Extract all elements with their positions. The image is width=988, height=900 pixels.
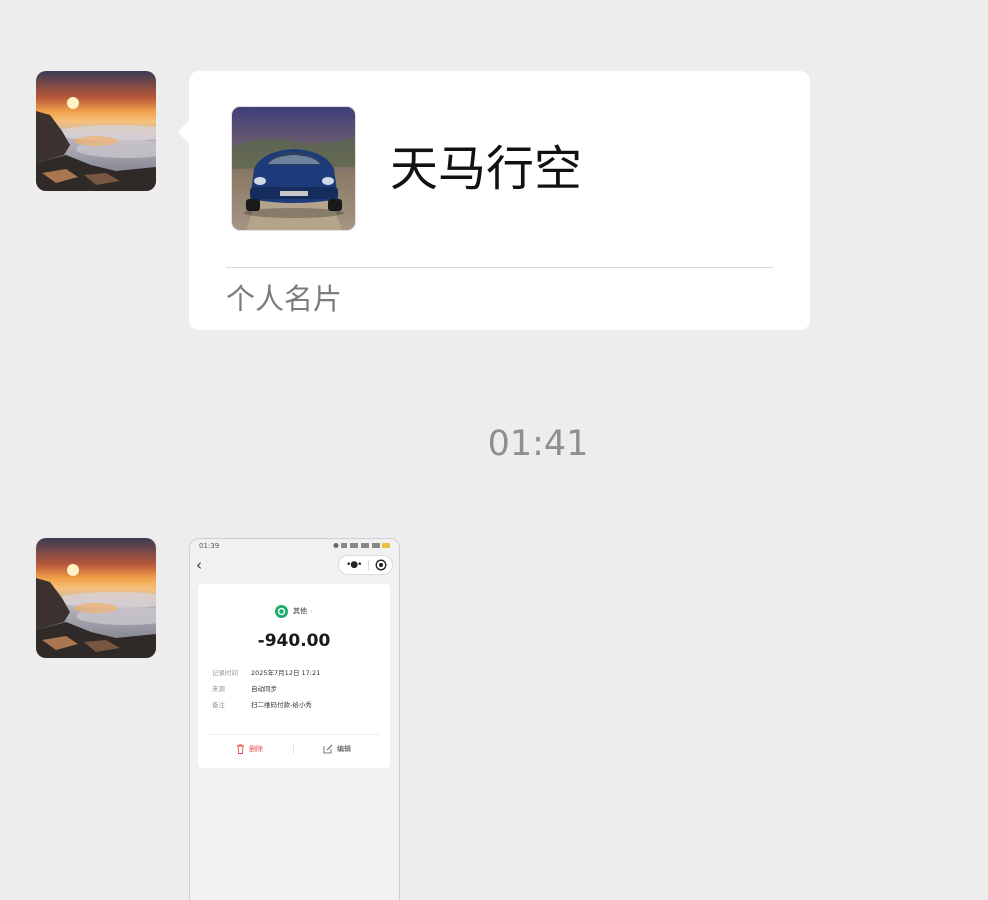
chevron-right-icon: ›	[310, 607, 313, 615]
field-label: 记录时间	[212, 669, 238, 677]
edit-label: 编辑	[337, 745, 351, 753]
field-value: 2025年7月12日 17:21	[251, 669, 321, 677]
trash-icon	[237, 744, 244, 754]
contact-name: 天马行空	[390, 141, 583, 197]
back-chevron-icon: ‹	[196, 556, 202, 574]
record-card: 其他 › -940.00 记录时间 2025年7月12日 17:21 来源 自动…	[198, 584, 390, 768]
capsule-divider	[368, 560, 369, 571]
status-bar-icons	[333, 543, 390, 548]
contact-card[interactable]: 天马行空 个人名片	[177, 71, 810, 330]
sender-avatar[interactable]	[36, 71, 156, 191]
record-divider	[208, 734, 380, 735]
target-icon	[375, 559, 387, 571]
sender-avatar[interactable]	[36, 538, 156, 658]
status-time: 01:39	[199, 542, 220, 550]
field-label: 来源	[212, 685, 225, 693]
sunset-avatar-image	[36, 538, 156, 658]
chat-timestamp: 01:41	[487, 424, 589, 464]
field-label: 备注	[212, 701, 225, 709]
car-photo	[232, 107, 355, 230]
miniprogram-capsule: •●•	[338, 555, 393, 575]
field-value: 自动同步	[251, 685, 277, 693]
bubble-tail	[177, 120, 201, 144]
sunset-avatar-image	[36, 71, 156, 191]
contact-avatar	[232, 107, 355, 230]
card-divider	[226, 267, 773, 268]
record-amount: -940.00	[257, 631, 331, 651]
edit-icon	[323, 744, 333, 754]
record-category: 其他	[293, 607, 307, 615]
delete-label: 删除	[249, 745, 263, 753]
image-message[interactable]: 01:39 ‹ •●• 其他 › -940.00 记录时间 2025年7月12日…	[189, 538, 400, 900]
more-dots-icon: •●•	[346, 560, 363, 570]
action-divider	[293, 744, 294, 754]
field-value: 扫二维码付款-给小秀	[251, 701, 312, 709]
card-type-label: 个人名片	[226, 282, 343, 316]
category-icon	[275, 605, 288, 618]
